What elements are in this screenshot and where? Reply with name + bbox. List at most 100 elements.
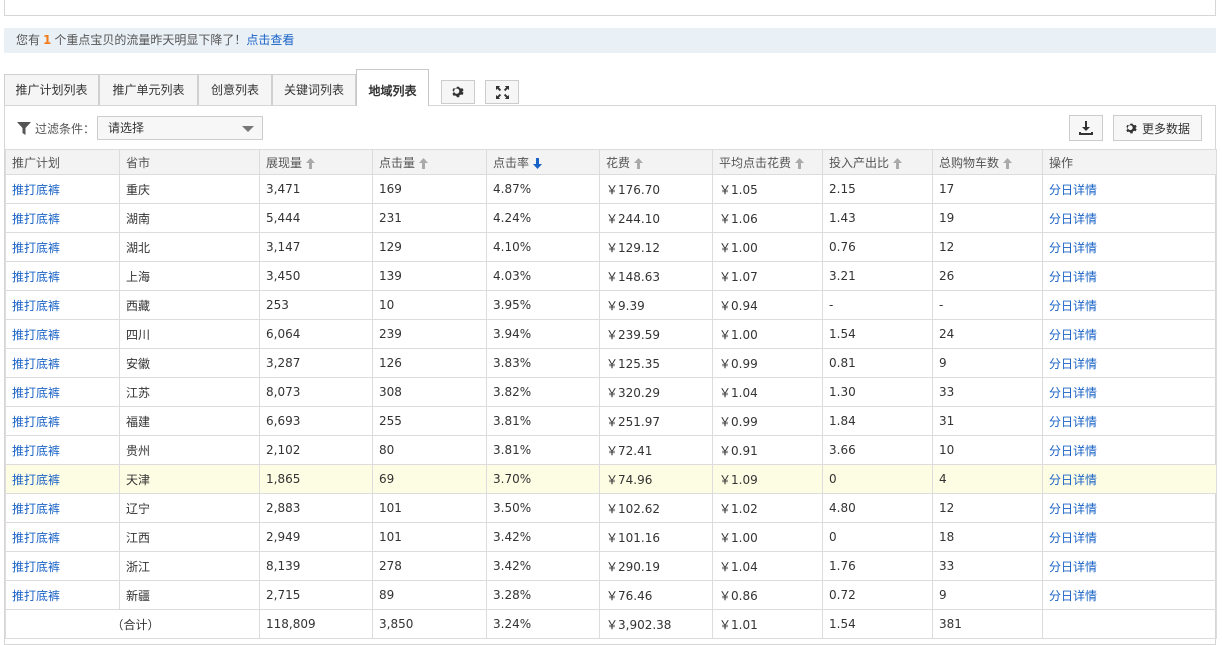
cell-cost: ￥125.35 bbox=[599, 348, 713, 378]
gear-icon bbox=[1126, 123, 1137, 133]
cell-campaign[interactable]: 推打底裤 bbox=[5, 174, 120, 204]
cell-region: 重庆 bbox=[119, 174, 260, 204]
cell-cart: 10 bbox=[932, 435, 1043, 465]
cell-cpc: ￥1.00 bbox=[712, 522, 823, 552]
cell-ctr: 3.42% bbox=[486, 522, 600, 552]
cell-action[interactable]: 分日详情 bbox=[1042, 174, 1217, 204]
cell-cpc: ￥1.04 bbox=[712, 551, 823, 581]
cell-cart: - bbox=[932, 290, 1043, 320]
table-row: 推打底裤 辽宁 2,883 101 3.50% ￥102.62 ￥1.02 4.80 12 分日详… bbox=[5, 493, 1217, 523]
cell-impressions: 5,444 bbox=[259, 203, 373, 233]
cell-campaign[interactable]: 推打底裤 bbox=[5, 551, 120, 581]
region-table: 推广计划 省市 展现量 点击量 点击率 花费 平均点击花费 投入产出比 总购物车… bbox=[5, 149, 1217, 639]
col-header-impressions[interactable]: 展现量 bbox=[259, 149, 373, 175]
cell-impressions: 3,450 bbox=[259, 261, 373, 291]
cell-campaign[interactable]: 推打底裤 bbox=[5, 406, 120, 436]
chevron-down-icon bbox=[242, 126, 254, 132]
filter-label: 过滤条件： bbox=[17, 120, 95, 137]
cell-campaign[interactable]: 推打底裤 bbox=[5, 464, 120, 494]
cell-action[interactable]: 分日详情 bbox=[1042, 377, 1217, 407]
col-header-cpc[interactable]: 平均点击花费 bbox=[712, 149, 823, 175]
cell-action[interactable]: 分日详情 bbox=[1042, 261, 1217, 291]
col-header-cart[interactable]: 总购物车数 bbox=[932, 149, 1043, 175]
cell-impressions: 2,883 bbox=[259, 493, 373, 523]
cell-cpc: ￥1.09 bbox=[712, 464, 823, 494]
cell-region: 浙江 bbox=[119, 551, 260, 581]
cell-cart: 18 bbox=[932, 522, 1043, 552]
cell-campaign[interactable]: 推打底裤 bbox=[5, 319, 120, 349]
table-row: 推打底裤 江西 2,949 101 3.42% ￥101.16 ￥1.00 0 18 分日详情 bbox=[5, 522, 1217, 552]
download-button[interactable] bbox=[1069, 115, 1103, 141]
filter-select-value: 请选择 bbox=[108, 121, 145, 135]
cell-campaign[interactable]: 推打底裤 bbox=[5, 348, 120, 378]
cell-action[interactable]: 分日详情 bbox=[1042, 290, 1217, 320]
cell-action[interactable]: 分日详情 bbox=[1042, 406, 1217, 436]
cell-action[interactable]: 分日详情 bbox=[1042, 551, 1217, 581]
tab-unit-list[interactable]: 推广单元列表 bbox=[99, 74, 198, 105]
cell-action[interactable]: 分日详情 bbox=[1042, 435, 1217, 465]
cell-campaign[interactable]: 推打底裤 bbox=[5, 290, 120, 320]
cell-action[interactable]: 分日详情 bbox=[1042, 464, 1217, 494]
settings-button[interactable] bbox=[441, 80, 475, 104]
table-row: 推打底裤 西藏 253 10 3.95% ￥9.39 ￥0.94- - 分日详情 bbox=[5, 290, 1217, 320]
cell-campaign[interactable]: 推打底裤 bbox=[5, 232, 120, 262]
cell-impressions: 2,102 bbox=[259, 435, 373, 465]
cell-ctr: 4.24% bbox=[486, 203, 600, 233]
col-header-clicks[interactable]: 点击量 bbox=[372, 149, 487, 175]
tab-keyword-list[interactable]: 关键词列表 bbox=[272, 74, 356, 105]
cell-region: 贵州 bbox=[119, 435, 260, 465]
cell-action[interactable]: 分日详情 bbox=[1042, 319, 1217, 349]
col-header-ctr[interactable]: 点击率 bbox=[486, 149, 600, 175]
cell-campaign[interactable]: 推打底裤 bbox=[5, 435, 120, 465]
cell-cart: 17 bbox=[932, 174, 1043, 204]
fullscreen-button[interactable] bbox=[485, 80, 519, 104]
gear-icon bbox=[452, 86, 464, 98]
filter-select[interactable]: 请选择 bbox=[97, 116, 263, 140]
cell-cost: ￥251.97 bbox=[599, 406, 713, 436]
cell-clicks: 126 bbox=[372, 348, 487, 378]
notice-view-link[interactable]: 点击查看 bbox=[246, 33, 294, 47]
cell-roi: 3.66 bbox=[822, 435, 933, 465]
cell-action[interactable]: 分日详情 bbox=[1042, 348, 1217, 378]
total-cell-cpc: ￥1.01 bbox=[712, 609, 823, 639]
col-header-cost[interactable]: 花费 bbox=[599, 149, 713, 175]
cell-clicks: 278 bbox=[372, 551, 487, 581]
tab-creative-list[interactable]: 创意列表 bbox=[198, 74, 272, 105]
cell-cpc: ￥0.94 bbox=[712, 290, 823, 320]
cell-campaign[interactable]: 推打底裤 bbox=[5, 203, 120, 233]
tab-region-list[interactable]: 地域列表 bbox=[356, 69, 429, 106]
col-header-roi[interactable]: 投入产出比 bbox=[822, 149, 933, 175]
more-data-button[interactable]: 更多数据 bbox=[1113, 115, 1202, 141]
cell-cart: 24 bbox=[932, 319, 1043, 349]
top-panel bbox=[4, 0, 1216, 16]
cell-cart: 19 bbox=[932, 203, 1043, 233]
cell-clicks: 69 bbox=[372, 464, 487, 494]
cell-region: 江苏 bbox=[119, 377, 260, 407]
cell-impressions: 3,147 bbox=[259, 232, 373, 262]
cell-action[interactable]: 分日详情 bbox=[1042, 493, 1217, 523]
cell-ctr: 3.95% bbox=[486, 290, 600, 320]
cell-cpc: ￥0.99 bbox=[712, 406, 823, 436]
cell-action[interactable]: 分日详情 bbox=[1042, 232, 1217, 262]
cell-action[interactable]: 分日详情 bbox=[1042, 580, 1217, 610]
sort-down-active-icon bbox=[533, 157, 543, 169]
cell-action[interactable]: 分日详情 bbox=[1042, 203, 1217, 233]
cell-campaign[interactable]: 推打底裤 bbox=[5, 493, 120, 523]
total-cell-cost: ￥3,902.38 bbox=[599, 609, 713, 639]
cell-roi: 0.76 bbox=[822, 232, 933, 262]
cell-clicks: 89 bbox=[372, 580, 487, 610]
cell-ctr: 3.50% bbox=[486, 493, 600, 523]
table-row: 推打底裤 江苏 8,073 308 3.82% ￥320.29 ￥1.04 1.30 33 分日详… bbox=[5, 377, 1217, 407]
sort-arrow-icon bbox=[419, 157, 429, 169]
cell-roi: 0 bbox=[822, 464, 933, 494]
cell-campaign[interactable]: 推打底裤 bbox=[5, 580, 120, 610]
cell-campaign[interactable]: 推打底裤 bbox=[5, 261, 120, 291]
cell-clicks: 239 bbox=[372, 319, 487, 349]
cell-ctr: 3.81% bbox=[486, 406, 600, 436]
cell-ctr: 3.42% bbox=[486, 551, 600, 581]
tab-campaign-list[interactable]: 推广计划列表 bbox=[4, 74, 99, 105]
cell-clicks: 255 bbox=[372, 406, 487, 436]
cell-action[interactable]: 分日详情 bbox=[1042, 522, 1217, 552]
cell-campaign[interactable]: 推打底裤 bbox=[5, 522, 120, 552]
cell-campaign[interactable]: 推打底裤 bbox=[5, 377, 120, 407]
